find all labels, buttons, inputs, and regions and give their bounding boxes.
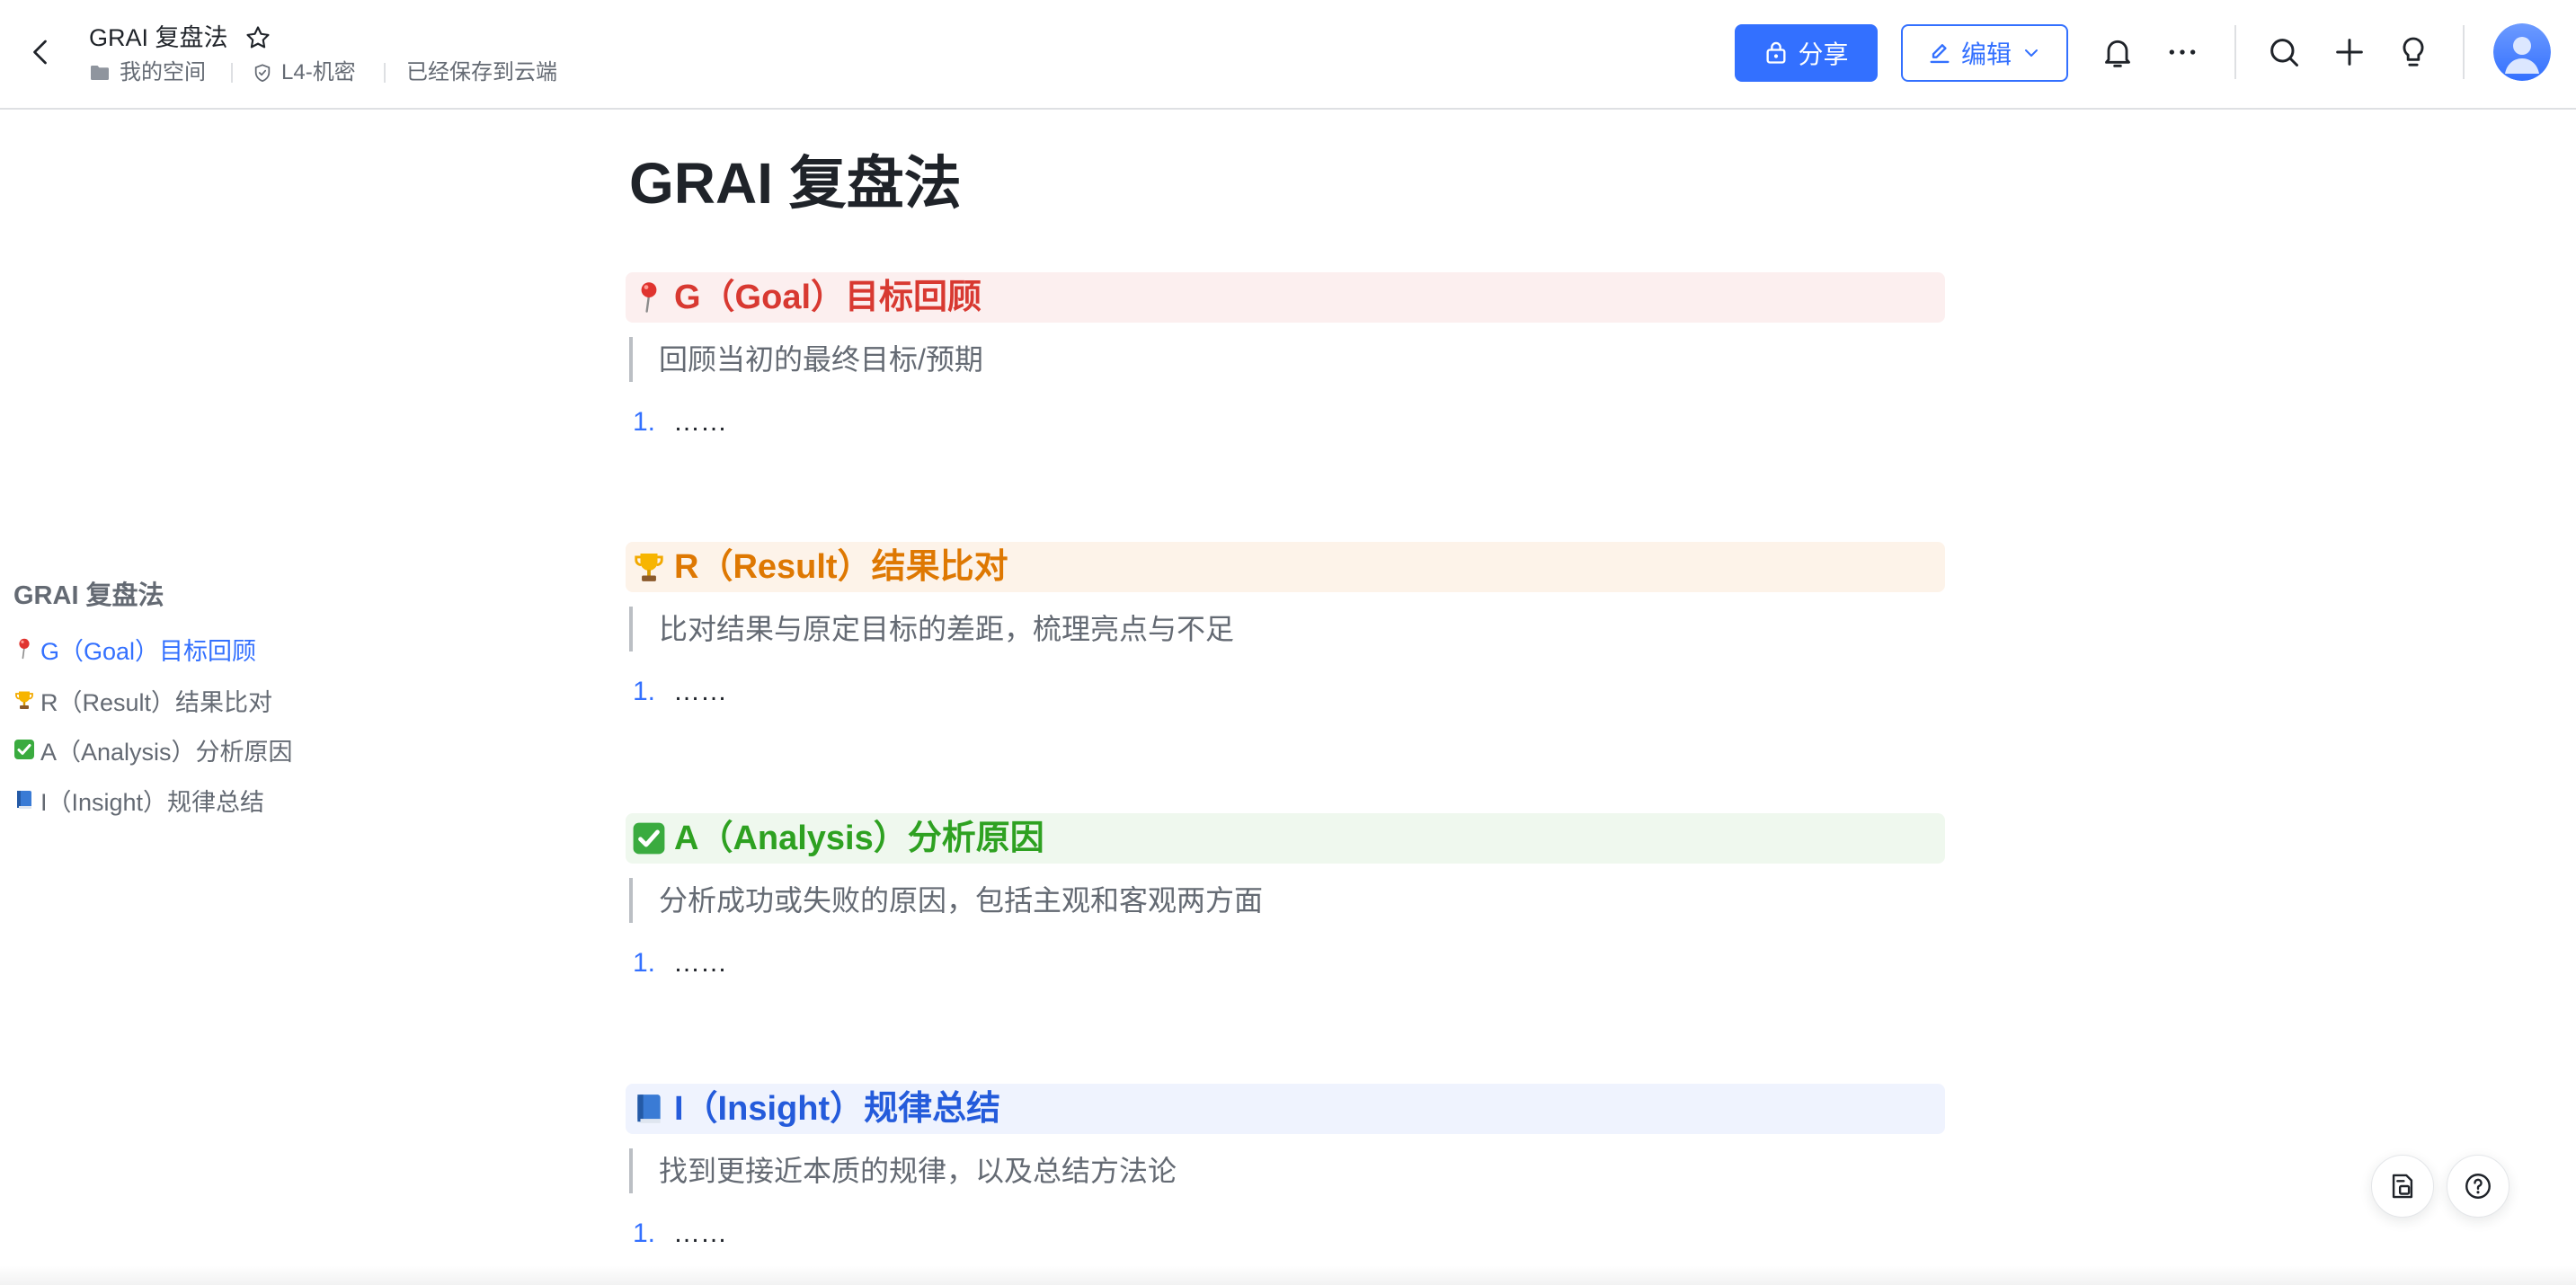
- save-status: 已经保存到云端: [406, 60, 557, 84]
- share-label: 分享: [1798, 40, 1849, 68]
- folder-icon: [89, 62, 111, 84]
- list-item[interactable]: 1. ……: [626, 405, 1165, 439]
- round-pushpin-icon: [13, 637, 35, 660]
- list-item[interactable]: 1. ……: [626, 1217, 1165, 1251]
- toc-item-label: R（Result）结果比对: [40, 688, 273, 716]
- toc-item-label: A（Analysis）分析原因: [40, 738, 293, 766]
- breadcrumb-divider: [384, 63, 386, 83]
- share-button[interactable]: 分享: [1735, 24, 1878, 82]
- heading-text: R（Result）结果比对: [674, 548, 1008, 586]
- chevron-down-icon: [2021, 42, 2042, 64]
- breadcrumb-location[interactable]: 我的空间: [120, 59, 206, 86]
- pencil-icon: [1927, 40, 1952, 66]
- shield-check-icon: [253, 63, 272, 83]
- section-result: R（Result）结果比对 比对结果与原定目标的差距，梳理亮点与不足 1. ……: [626, 542, 1945, 722]
- check-mark-button-icon: [631, 820, 667, 856]
- heading-text: I（Insight）规律总结: [674, 1090, 1001, 1128]
- trophy-icon: [631, 549, 667, 585]
- toc-item-label: G（Goal）目标回顾: [40, 637, 257, 665]
- breadcrumb-divider: [231, 63, 233, 83]
- trophy-icon: [13, 688, 35, 712]
- more-icon[interactable]: [2164, 34, 2200, 70]
- quote-block[interactable]: 回顾当初的最终目标/预期: [629, 337, 983, 382]
- list-item-text: ……: [673, 948, 727, 978]
- check-mark-button-icon: [13, 738, 35, 761]
- section-insight: I（Insight）规律总结 找到更接近本质的规律，以及总结方法论 1. ……: [626, 1084, 1945, 1263]
- quote-block[interactable]: 找到更接近本质的规律，以及总结方法论: [629, 1148, 1177, 1193]
- heading-text: G（Goal）目标回顾: [674, 279, 982, 316]
- edit-label: 编辑: [1960, 40, 2012, 68]
- toc-item-result[interactable]: R（Result）结果比对: [13, 682, 272, 718]
- bell-icon[interactable]: [2100, 34, 2136, 70]
- toc-item-goal[interactable]: G（Goal）目标回顾: [13, 631, 256, 667]
- plus-icon[interactable]: [2332, 34, 2367, 70]
- heading-block[interactable]: A（Analysis）分析原因: [626, 813, 1945, 864]
- list-number: 1.: [633, 677, 656, 706]
- bottom-shadow: [0, 1265, 2576, 1285]
- heading-block[interactable]: G（Goal）目标回顾: [626, 272, 1945, 323]
- search-icon[interactable]: [2266, 34, 2302, 70]
- quote-text: 找到更接近本质的规律，以及总结方法论: [659, 1155, 1177, 1187]
- section-analysis: A（Analysis）分析原因 分析成功或失败的原因，包括主观和客观两方面 1.…: [626, 813, 1945, 993]
- page-title[interactable]: GRAI 复盘法: [629, 147, 962, 219]
- section-goal: G（Goal）目标回顾 回顾当初的最终目标/预期 1. ……: [626, 272, 1945, 452]
- toolbar-divider: [2463, 25, 2465, 79]
- outline-doc-icon: [2387, 1171, 2418, 1201]
- star-icon[interactable]: [244, 24, 271, 51]
- list-number: 1.: [633, 1219, 656, 1248]
- lightbulb-icon[interactable]: [2395, 34, 2431, 70]
- toc-item-analysis[interactable]: A（Analysis）分析原因: [13, 731, 293, 767]
- list-item-text: ……: [673, 1219, 727, 1248]
- security-level[interactable]: L4-机密: [281, 59, 356, 86]
- toc-title[interactable]: GRAI 复盘法: [13, 580, 164, 612]
- outline-doc-button[interactable]: [2371, 1155, 2434, 1218]
- blue-book-icon: [13, 788, 35, 811]
- list-item-text: ……: [673, 677, 727, 706]
- toc-item-insight[interactable]: I（Insight）规律总结: [13, 782, 264, 818]
- list-number: 1.: [633, 948, 656, 978]
- blue-book-icon: [631, 1091, 667, 1127]
- list-item[interactable]: 1. ……: [626, 675, 1165, 709]
- quote-block[interactable]: 比对结果与原定目标的差距，梳理亮点与不足: [629, 607, 1234, 651]
- heading-block[interactable]: I（Insight）规律总结: [626, 1084, 1945, 1134]
- help-button[interactable]: [2447, 1155, 2509, 1218]
- quote-text: 分析成功或失败的原因，包括主观和客观两方面: [659, 884, 1264, 917]
- heading-block[interactable]: R（Result）结果比对: [626, 542, 1945, 592]
- list-item-text: ……: [673, 407, 727, 437]
- user-avatar-icon[interactable]: [2493, 23, 2551, 81]
- document-title[interactable]: GRAI 复盘法: [89, 22, 228, 54]
- quote-text: 比对结果与原定目标的差距，梳理亮点与不足: [659, 613, 1235, 645]
- list-item[interactable]: 1. ……: [626, 946, 1165, 980]
- chevron-left-icon[interactable]: [25, 36, 58, 68]
- toolbar-divider: [2234, 25, 2236, 79]
- top-bar: GRAI 复盘法 我的空间 L4-机密 已经保存到云端 分享 编辑: [0, 0, 2576, 110]
- list-number: 1.: [633, 407, 656, 437]
- round-pushpin-icon: [631, 279, 667, 315]
- heading-text: A（Analysis）分析原因: [674, 820, 1044, 857]
- help-icon: [2463, 1171, 2493, 1201]
- quote-block[interactable]: 分析成功或失败的原因，包括主观和客观两方面: [629, 878, 1263, 923]
- toc-item-label: I（Insight）规律总结: [40, 788, 265, 816]
- lock-share-icon: [1763, 40, 1789, 66]
- edit-mode-button[interactable]: 编辑: [1901, 24, 2068, 82]
- quote-text: 回顾当初的最终目标/预期: [659, 343, 983, 376]
